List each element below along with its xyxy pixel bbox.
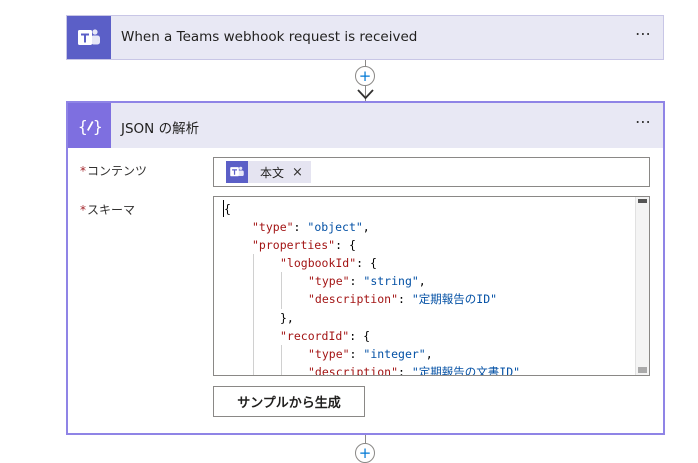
indent-guide — [280, 290, 308, 310]
code-line: "type": "integer", — [224, 344, 635, 364]
json-string: "string" — [363, 274, 419, 289]
json-key: "type" — [252, 220, 294, 235]
generate-from-sample-button[interactable]: サンプルから生成 — [213, 386, 365, 417]
parse-json-card: { } JSON の解析 ⋯ *コンテンツ 本文 × *スキーマ {"type… — [66, 101, 665, 435]
schema-label-text: スキーマ — [87, 203, 136, 217]
add-step-button-bottom[interactable]: + — [355, 443, 375, 463]
json-punct: : { — [356, 256, 377, 271]
svg-text:}: } — [93, 117, 103, 136]
indent-guide — [252, 254, 280, 274]
plus-icon: + — [358, 66, 372, 85]
code-line: "description": "定期報告のID" — [224, 290, 635, 310]
arrow-down-icon — [357, 89, 374, 100]
required-mark: * — [80, 164, 86, 178]
json-key: "description" — [308, 364, 399, 376]
dynamic-content-token[interactable]: 本文 × — [226, 161, 311, 183]
json-key: "recordId" — [280, 328, 350, 343]
indent-guide — [252, 272, 280, 292]
content-input[interactable]: 本文 × — [213, 157, 650, 187]
add-step-button[interactable]: + — [355, 66, 375, 86]
json-punct: }, — [280, 310, 294, 325]
indent-guide — [224, 218, 252, 236]
code-line: "properties": { — [224, 236, 635, 254]
svg-text:{: { — [78, 117, 88, 136]
code-line: "description": "定期報告の文書ID" — [224, 362, 635, 376]
schema-editor[interactable]: {"type": "object", "properties": {"logboo… — [213, 196, 650, 376]
teams-icon — [67, 16, 111, 59]
json-punct: , — [425, 346, 433, 361]
remove-token-icon[interactable]: × — [292, 165, 303, 180]
indent-guide — [252, 362, 280, 375]
schema-scrollbar[interactable] — [635, 197, 649, 375]
indent-guide — [280, 272, 308, 292]
indent-guide — [224, 345, 252, 363]
json-punct: : — [398, 364, 412, 376]
code-line: "recordId": { — [224, 326, 635, 346]
code-line: "logbookId": { — [224, 254, 635, 274]
text-cursor — [223, 200, 224, 217]
code-line: { — [224, 200, 635, 218]
json-string: "object" — [307, 220, 363, 235]
json-key: "description" — [308, 292, 399, 307]
curly-braces-icon: { } — [68, 103, 111, 148]
indent-guide — [224, 363, 252, 375]
json-punct: : { — [335, 238, 356, 253]
parse-json-header[interactable]: { } JSON の解析 ⋯ — [68, 103, 663, 148]
json-punct: : — [398, 292, 412, 307]
teams-icon — [226, 161, 248, 183]
json-key: "type" — [308, 274, 350, 289]
json-punct: : — [349, 274, 364, 289]
schema-label: *スキーマ — [80, 201, 135, 218]
more-options-icon[interactable]: ⋯ — [635, 112, 653, 131]
parse-json-title: JSON の解析 — [121, 121, 200, 137]
trigger-title: When a Teams webhook request is received — [121, 29, 418, 45]
required-mark: * — [80, 203, 86, 217]
json-punct: { — [224, 202, 231, 216]
indent-guide — [224, 272, 252, 290]
more-options-icon[interactable]: ⋯ — [635, 24, 653, 43]
scrollbar-thumb[interactable] — [638, 199, 647, 203]
indent-guide — [252, 326, 280, 346]
trigger-card[interactable]: When a Teams webhook request is received… — [66, 15, 664, 60]
json-punct: : — [293, 220, 308, 235]
json-punct: : { — [349, 328, 371, 343]
json-punct: , — [418, 274, 426, 289]
code-line: "type": "object", — [224, 218, 635, 236]
indent-guide — [252, 290, 280, 310]
content-label: *コンテンツ — [80, 162, 147, 179]
json-key: "type" — [308, 346, 350, 361]
token-label: 本文 — [260, 165, 285, 180]
indent-guide — [280, 362, 308, 375]
scrollbar-down-arrow[interactable] — [638, 367, 647, 373]
schema-code: {"type": "object", "properties": {"logboo… — [224, 200, 635, 376]
indent-guide — [224, 309, 252, 327]
json-key: "properties" — [252, 238, 336, 253]
indent-guide — [224, 236, 252, 254]
json-string: "integer" — [363, 346, 426, 361]
code-line: }, — [224, 308, 635, 328]
plus-icon: + — [358, 443, 372, 462]
content-label-text: コンテンツ — [87, 164, 148, 178]
indent-guide — [224, 290, 252, 308]
json-string: "定期報告のID" — [411, 292, 498, 307]
code-line: "type": "string", — [224, 272, 635, 292]
json-key: "logbookId" — [280, 256, 357, 271]
indent-guide — [224, 327, 252, 345]
indent-guide — [224, 254, 252, 272]
json-punct: , — [362, 220, 370, 235]
json-punct: : — [349, 346, 364, 361]
indent-guide — [280, 344, 308, 364]
json-string: "定期報告の文書ID" — [411, 364, 521, 376]
indent-guide — [252, 344, 280, 364]
indent-guide — [252, 308, 280, 328]
